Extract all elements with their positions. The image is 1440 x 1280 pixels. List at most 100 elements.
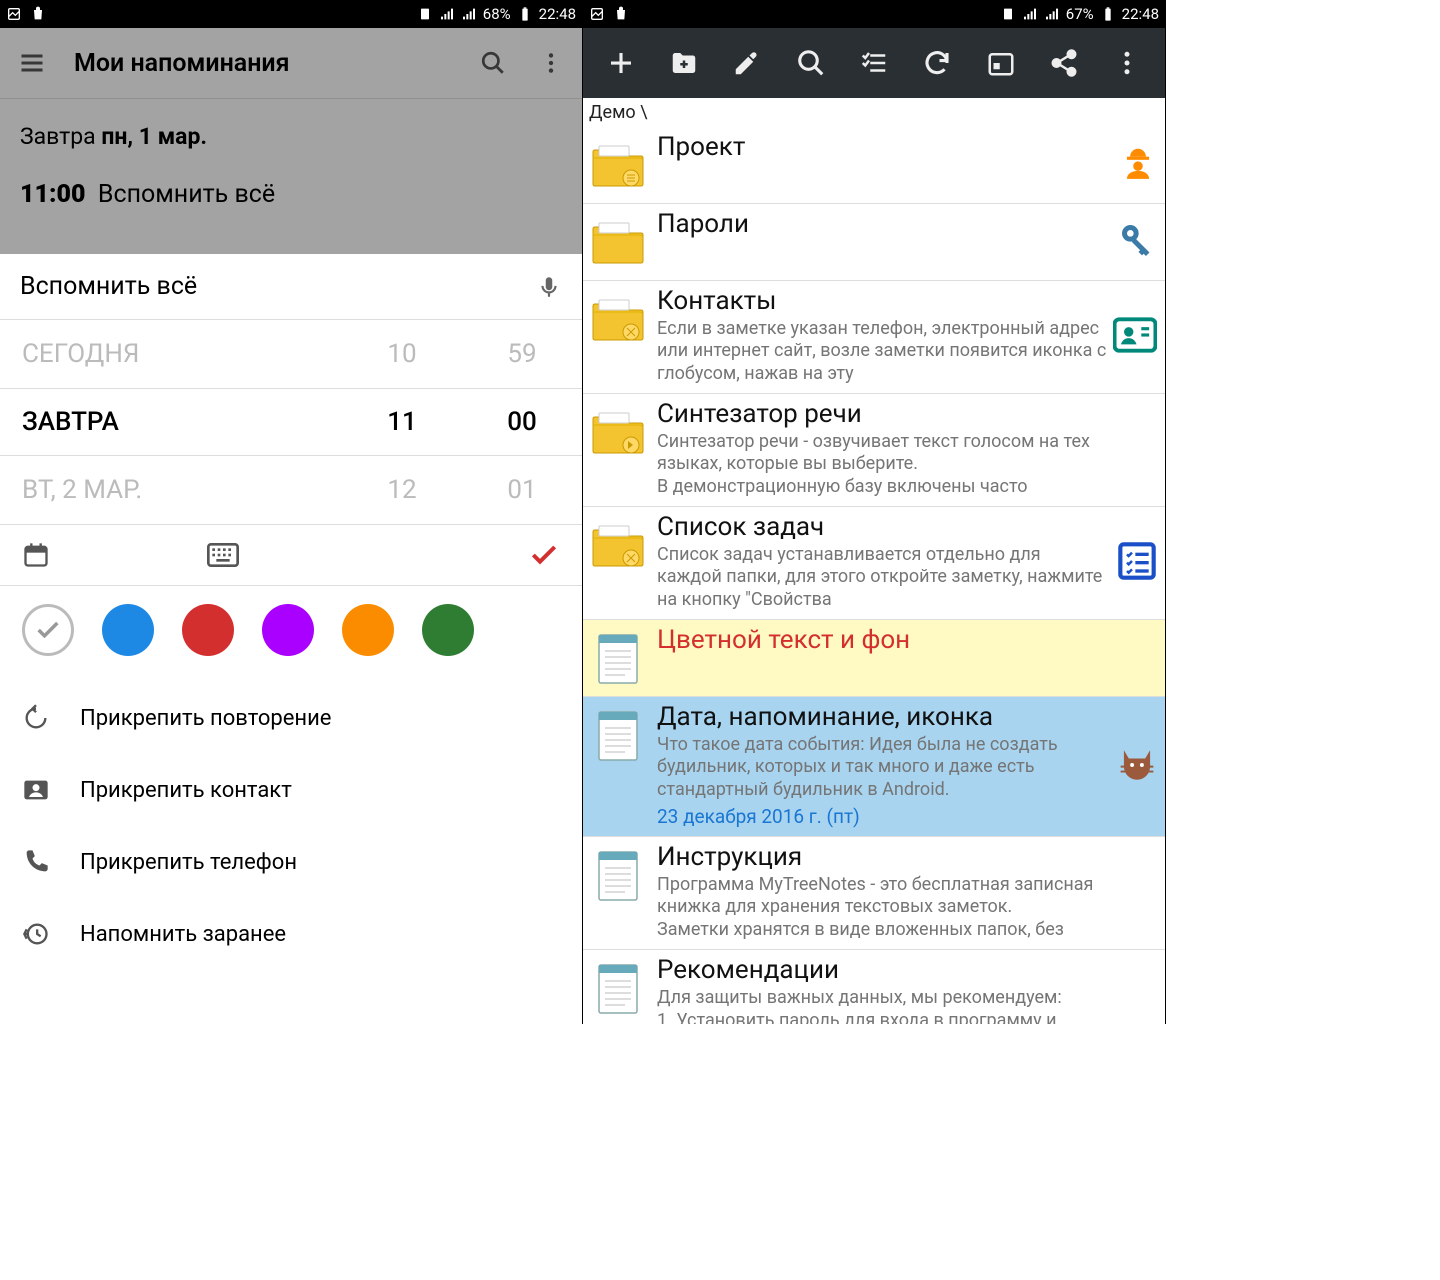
attach-phone[interactable]: Прикрепить телефон [0, 826, 582, 898]
color-none[interactable] [22, 604, 74, 656]
day-option-selected[interactable]: ЗАВТРА [0, 388, 342, 456]
note-thumb-icon [589, 707, 647, 765]
search-icon[interactable] [480, 50, 506, 76]
minute-option[interactable]: 01 [462, 456, 582, 524]
background-list: Завтра пн, 1 мар. 11:00 Вспомнить всё [0, 99, 582, 256]
shopping-icon [613, 6, 629, 22]
app-title: Мои напоминания [74, 49, 290, 78]
note-title: Цветной текст и фон [657, 626, 1109, 655]
notes-list: Проект Пароли КонтактыЕсли в заметке указа… [583, 127, 1165, 1024]
datetime-picker[interactable]: СЕГОДНЯ ЗАВТРА ВТ, 2 МАР. 10 11 12 59 00… [0, 320, 582, 524]
attach-label: Прикрепить повторение [80, 706, 331, 731]
app-toolbar [583, 28, 1165, 98]
note-thumb-icon [589, 960, 647, 1018]
new-folder-icon[interactable] [669, 48, 699, 78]
note-item[interactable]: ИнструкцияПрограмма MyTreeNotes - это бе… [583, 837, 1165, 950]
contact-icon [22, 776, 50, 804]
note-item[interactable]: Синтезатор речиСинтезатор речи - озвучив… [583, 394, 1165, 507]
minute-option-selected[interactable]: 00 [462, 388, 582, 456]
color-picker [0, 586, 582, 674]
notification-icon [6, 6, 22, 22]
search-icon[interactable] [796, 48, 826, 78]
status-bar: 67% 22:48 [583, 0, 1165, 28]
attach-label: Прикрепить контакт [80, 778, 292, 803]
color-purple[interactable] [262, 604, 314, 656]
note-title: Рекомендации [657, 956, 1109, 985]
app-toolbar: Мои напоминания [0, 28, 582, 98]
attach-repeat[interactable]: Прикрепить повторение [0, 682, 582, 754]
signal2-icon [1044, 6, 1060, 22]
worker-icon [1119, 144, 1157, 186]
note-thumb-icon [589, 404, 647, 462]
more-icon[interactable] [1112, 48, 1142, 78]
note-thumb-icon [589, 847, 647, 905]
checklist-icon[interactable] [859, 48, 889, 78]
note-thumb-icon [589, 137, 647, 195]
microphone-icon[interactable] [536, 274, 562, 300]
note-title: Проект [657, 133, 1109, 162]
color-blue[interactable] [102, 604, 154, 656]
note-item[interactable]: Цветной текст и фон [583, 620, 1165, 697]
signal2-icon [461, 6, 477, 22]
note-item[interactable]: Дата, напоминание, иконкаЧто такое дата … [583, 697, 1165, 837]
color-orange[interactable] [342, 604, 394, 656]
contact-icon [1113, 317, 1157, 357]
reminder-text: Вспомнить всё [20, 272, 197, 301]
note-thumb-icon [589, 291, 647, 349]
note-item[interactable]: КонтактыЕсли в заметке указан телефон, э… [583, 281, 1165, 394]
note-item[interactable]: Пароли [583, 204, 1165, 281]
note-item[interactable]: РекомендацииДля защиты важных данных, мы… [583, 950, 1165, 1024]
color-green[interactable] [422, 604, 474, 656]
battery-percent: 67% [1066, 5, 1094, 23]
note-desc: Что такое дата события: Идея была не соз… [657, 734, 1109, 802]
more-icon[interactable] [538, 50, 564, 76]
battery-percent: 68% [483, 5, 511, 23]
hour-option[interactable]: 10 [342, 320, 462, 388]
menu-icon[interactable] [18, 49, 46, 77]
hour-option[interactable]: 12 [342, 456, 462, 524]
add-icon[interactable] [606, 48, 636, 78]
key-icon [1117, 220, 1157, 264]
note-thumb-icon [589, 517, 647, 575]
status-bar: 68% 22:48 [0, 0, 582, 28]
today-icon[interactable] [986, 48, 1016, 78]
note-desc: Если в заметке указан телефон, электронн… [657, 318, 1109, 386]
note-desc: Программа MyTreeNotes - это бесплатная з… [657, 874, 1109, 942]
reminder-input-row[interactable]: Вспомнить всё [0, 254, 582, 319]
signal-icon [439, 6, 455, 22]
share-icon[interactable] [1049, 48, 1079, 78]
attach-remind-early[interactable]: Напомнить заранее [0, 898, 582, 970]
note-thumb-icon [589, 630, 647, 688]
edit-icon[interactable] [732, 48, 762, 78]
clock: 22:48 [1122, 5, 1159, 23]
keyboard-icon[interactable] [207, 543, 239, 567]
day-option[interactable]: ВТ, 2 МАР. [0, 456, 342, 524]
minute-option[interactable]: 59 [462, 320, 582, 388]
reminder-sheet: Вспомнить всё СЕГОДНЯ ЗАВТРА ВТ, 2 МАР. … [0, 254, 582, 1024]
bg-day-prefix: Завтра [20, 123, 101, 150]
confirm-icon[interactable] [528, 539, 560, 571]
note-title: Контакты [657, 287, 1109, 316]
hour-option-selected[interactable]: 11 [342, 388, 462, 456]
bg-time: 11:00 [20, 180, 85, 209]
note-item[interactable]: Проект [583, 127, 1165, 204]
signal-icon [1022, 6, 1038, 22]
note-title: Пароли [657, 210, 1109, 239]
note-title: Дата, напоминание, иконка [657, 703, 1109, 732]
sync-icon[interactable] [922, 48, 952, 78]
clock: 22:48 [539, 5, 576, 23]
attach-contact[interactable]: Прикрепить контакт [0, 754, 582, 826]
cat-icon [1117, 747, 1157, 787]
sim-icon [1000, 6, 1016, 22]
day-option[interactable]: СЕГОДНЯ [0, 320, 342, 388]
note-title: Синтезатор речи [657, 400, 1109, 429]
color-red[interactable] [182, 604, 234, 656]
attach-label: Прикрепить телефон [80, 850, 297, 875]
note-title: Список задач [657, 513, 1109, 542]
battery-icon [1100, 6, 1116, 22]
bg-day: пн, 1 мар. [101, 123, 207, 150]
note-thumb-icon [589, 214, 647, 272]
breadcrumb[interactable]: Демо \ [583, 98, 1165, 127]
calendar-icon[interactable] [22, 541, 50, 569]
note-item[interactable]: Список задачСписок задач устанавливается… [583, 507, 1165, 620]
